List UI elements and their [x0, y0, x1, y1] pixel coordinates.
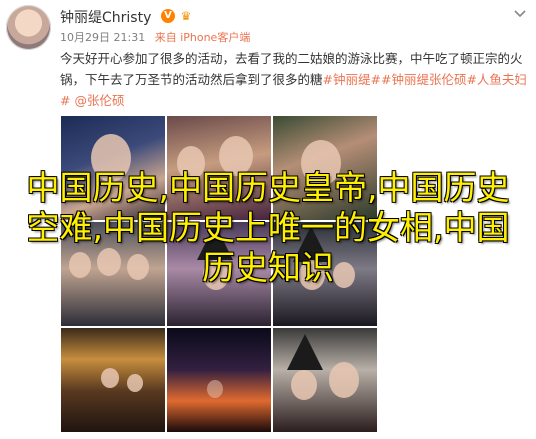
photo-7[interactable]	[61, 328, 165, 432]
chevron-down-icon[interactable]	[512, 5, 528, 21]
topic-tag-2[interactable]: #钟丽缇张伦硕#	[381, 72, 477, 87]
verified-v-icon: V	[161, 9, 175, 23]
crown-icon: ♛	[180, 9, 192, 23]
post-time[interactable]: 10月29日 21:31	[60, 31, 145, 44]
topic-tag-1[interactable]: #钟丽缇#	[323, 72, 381, 87]
post-text: 今天好开心参加了很多的活动，去看了我的二姑娘的游泳比赛，中午吃了顿正宗的火锅，下…	[60, 48, 528, 111]
photo-9[interactable]	[273, 328, 377, 432]
photo-5[interactable]	[167, 222, 271, 326]
photo-3[interactable]	[273, 116, 377, 220]
mention-link[interactable]: @张伦硕	[74, 93, 124, 108]
photo-1[interactable]	[61, 116, 165, 220]
author-name[interactable]: 钟丽缇Christy	[60, 7, 151, 27]
photo-4[interactable]	[61, 222, 165, 326]
photo-8[interactable]	[167, 328, 271, 432]
photo-6[interactable]	[273, 222, 377, 326]
avatar[interactable]	[6, 5, 51, 50]
photo-grid	[61, 116, 377, 432]
post-meta: 10月29日 21:31 来自 iPhone客户端	[60, 29, 250, 45]
post-source: 来自 iPhone客户端	[154, 31, 251, 44]
author-badges: V ♛	[161, 9, 194, 23]
photo-2[interactable]	[167, 116, 271, 220]
